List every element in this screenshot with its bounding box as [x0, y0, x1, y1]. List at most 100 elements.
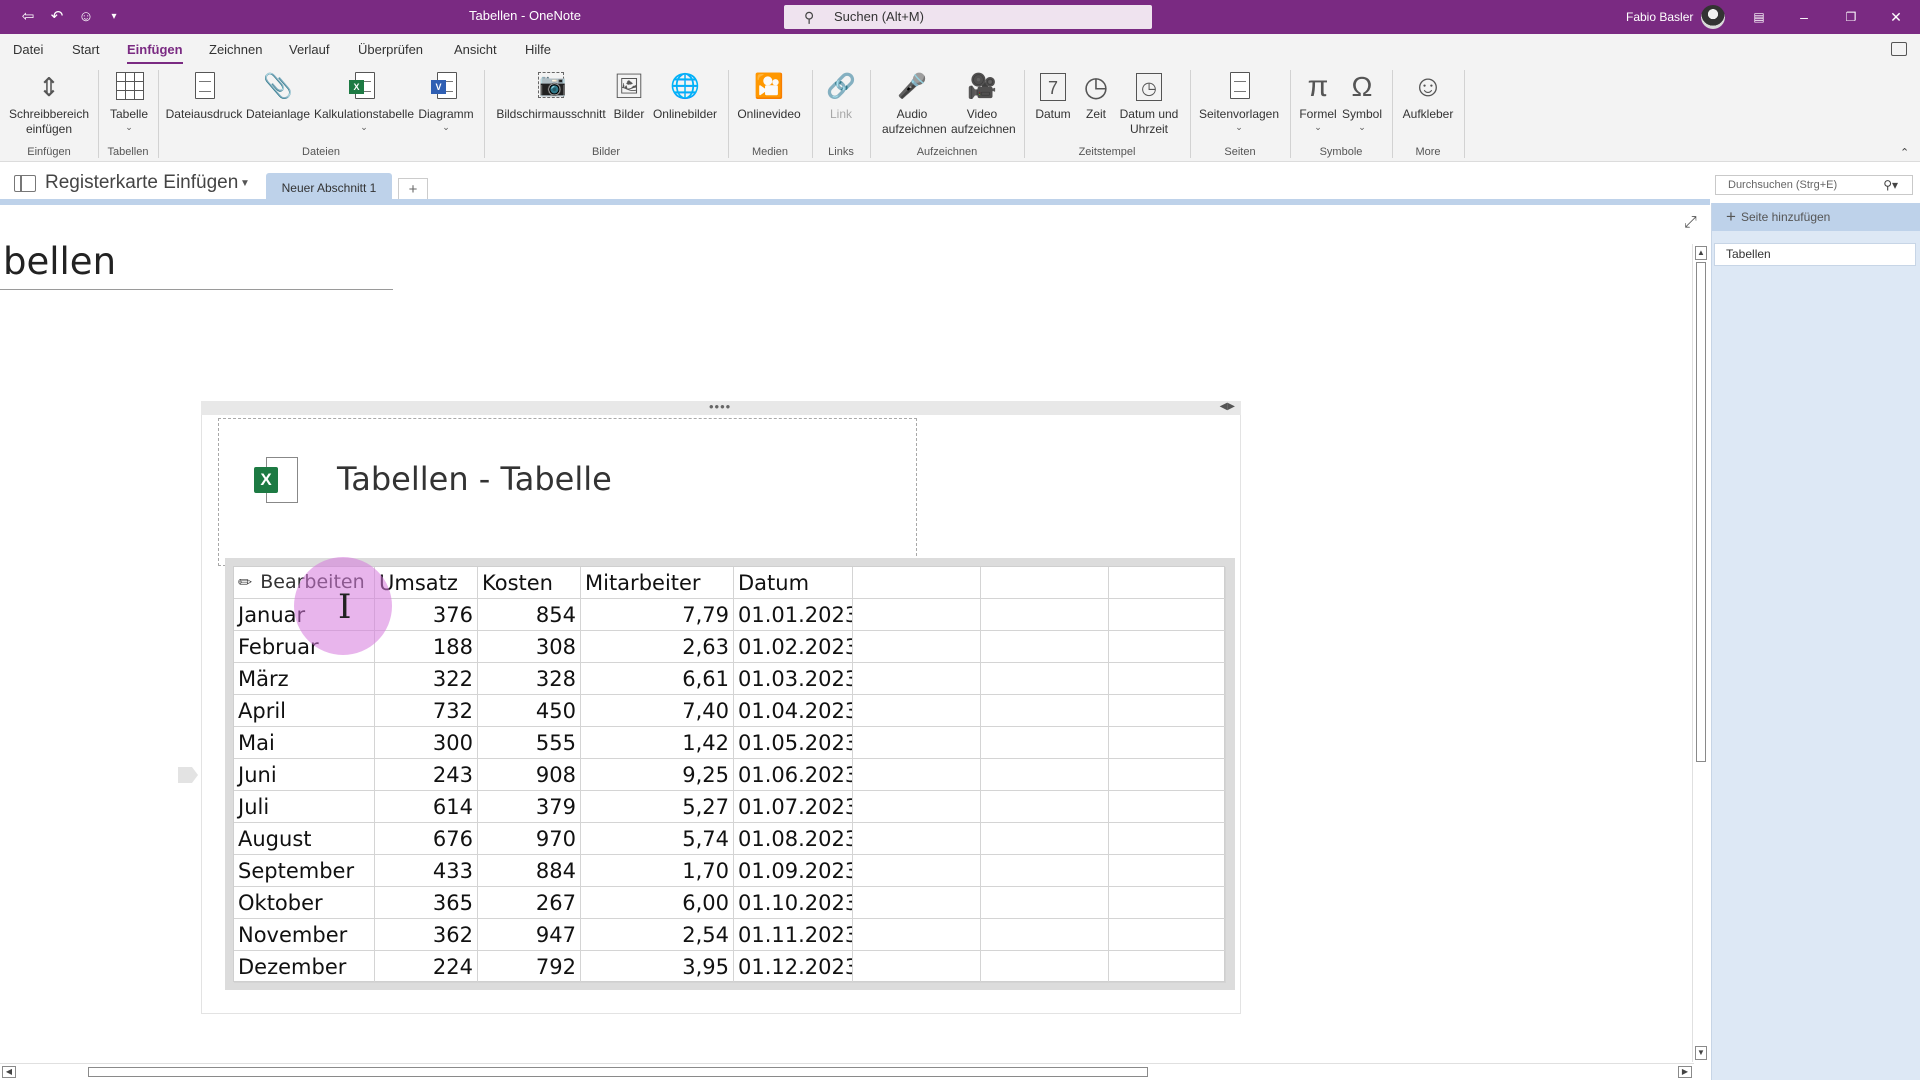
scroll-right-icon[interactable]: ▶ [1678, 1066, 1692, 1078]
excel-badge: X [254, 467, 278, 493]
table-cell: 01.08.2023 [734, 823, 853, 855]
tab-einfuegen[interactable]: Einfügen [127, 42, 183, 65]
online-video-icon: 🎦 [754, 73, 784, 100]
table-cell: November [234, 919, 375, 951]
ribbon-display-icon[interactable]: ▤ [1744, 6, 1774, 28]
tab-zeichnen[interactable]: Zeichnen [209, 42, 262, 57]
bilder-button[interactable]: 🖼 Bilder [610, 70, 648, 122]
full-page-view-icon[interactable]: ⤢ [1684, 214, 1697, 232]
chevron-down-icon: ⌄ [360, 122, 368, 132]
vertical-scroll-thumb[interactable] [1696, 262, 1706, 762]
datum-button[interactable]: 7 Datum [1030, 70, 1076, 122]
tab-datei[interactable]: Datei [13, 42, 43, 57]
user-name[interactable]: Fabio Basler [1626, 10, 1693, 24]
horizontal-scrollbar[interactable]: ◀ ▶ [0, 1063, 1694, 1080]
table-cell: 7,40 [581, 695, 734, 727]
schreibbereich-button[interactable]: ⇕ Schreibbereich einfügen [6, 70, 92, 137]
formel-button[interactable]: π Formel ⌄ [1296, 70, 1340, 132]
move-handle-icon[interactable]: •••• [709, 399, 731, 414]
table-cell: 970 [478, 823, 581, 855]
horizontal-scroll-thumb[interactable] [88, 1067, 1148, 1077]
table-cell [853, 631, 981, 663]
add-page-button[interactable]: + Seite hinzufügen [1712, 203, 1920, 231]
table-cell [853, 855, 981, 887]
notebook-icon[interactable] [14, 175, 36, 192]
scroll-left-icon[interactable]: ◀ [2, 1066, 16, 1078]
table-row: April 732 450 7,40 01.04.2023 [234, 695, 1226, 727]
audio-label: Audio aufzeichnen [882, 107, 947, 136]
tab-ueberpruefen[interactable]: Überprüfen [358, 42, 423, 57]
table-cell: 884 [478, 855, 581, 887]
minimize-icon[interactable]: – [1789, 6, 1819, 28]
table-cell [981, 567, 1109, 599]
tab-hilfe[interactable]: Hilfe [525, 42, 551, 57]
vertical-scrollbar[interactable]: ▲ ▼ [1692, 244, 1708, 1062]
table-cell [1109, 695, 1226, 727]
dateiausdruck-button[interactable]: Dateiausdruck [164, 70, 244, 122]
tabelle-button[interactable]: Tabelle ⌄ [104, 70, 154, 132]
formel-label: Formel [1299, 107, 1337, 121]
scroll-up-icon[interactable]: ▲ [1695, 246, 1707, 260]
collapse-ribbon-icon[interactable]: ⌃ [1900, 146, 1909, 159]
table-row: Juni 243 908 9,25 01.06.2023 [234, 759, 1226, 791]
search-icon[interactable]: ⚲▾ [1883, 176, 1898, 194]
video-button[interactable]: 🎥 Video aufzeichnen [946, 70, 1018, 137]
table-cell: 908 [478, 759, 581, 791]
table-cell: 01.07.2023 [734, 791, 853, 823]
seitenvorlagen-button[interactable]: Seitenvorlagen ⌄ [1196, 70, 1282, 132]
audio-button[interactable]: 🎤 Audio aufzeichnen [876, 70, 948, 137]
table-cell: 01.02.2023 [734, 631, 853, 663]
diagramm-label: Diagramm [418, 107, 474, 121]
zeit-button[interactable]: ◷ Zeit [1076, 70, 1116, 122]
ribbon-separator [1190, 70, 1191, 158]
table-cell [981, 823, 1109, 855]
ribbon-separator [728, 70, 729, 158]
onlinebilder-label: Onlinebilder [652, 107, 718, 121]
excel-file-icon[interactable]: X [254, 457, 298, 505]
comments-panel-icon[interactable] [1891, 42, 1907, 56]
table-cell [853, 599, 981, 631]
embedded-file-title[interactable]: Tabellen - Tabelle [337, 460, 612, 498]
bildschirmausschnitt-button[interactable]: 📷 Bildschirmausschnitt [492, 70, 610, 122]
scroll-down-icon[interactable]: ▼ [1695, 1046, 1707, 1060]
onlinebilder-button[interactable]: 🌐 Onlinebilder [650, 70, 720, 122]
symbol-button[interactable]: Ω Symbol ⌄ [1340, 70, 1384, 132]
group-label-symbole: Symbole [1319, 146, 1363, 158]
table-cell: 267 [478, 887, 581, 919]
kalkulationstabelle-button[interactable]: X Kalkulationstabelle ⌄ [312, 70, 416, 132]
dateianlage-button[interactable]: 📎 Dateianlage [245, 70, 311, 122]
onenote-window: ⇦ ↶ ☺ ▾ Tabellen - OneNote ⚲ Suchen (Alt… [0, 0, 1920, 1080]
page-template-icon [1222, 70, 1256, 104]
datum-uhrzeit-label: Datum und Uhrzeit [1119, 107, 1179, 136]
note-container-handle[interactable]: •••• ◀▶ [201, 399, 1241, 415]
onlinevideo-button[interactable]: 🎦 Onlinevideo [734, 70, 804, 122]
page-item-tabellen[interactable]: Tabellen [1714, 243, 1916, 266]
file-printout-icon [187, 70, 221, 104]
page-search-input[interactable]: Durchsuchen (Strg+E) ⚲▾ [1715, 175, 1913, 195]
page-title[interactable]: bellen [3, 240, 116, 283]
tab-ansicht[interactable]: Ansicht [454, 42, 497, 57]
chevron-down-icon[interactable]: ▼ [240, 178, 250, 189]
online-pictures-icon: 🌐 [670, 73, 700, 100]
resize-arrows-icon[interactable]: ◀▶ [1220, 401, 1235, 412]
video-camera-icon: 🎥 [967, 73, 997, 100]
table-row: August 676 970 5,74 01.08.2023 [234, 823, 1226, 855]
table-row: November 362 947 2,54 01.11.2023 [234, 919, 1226, 951]
table-cell [981, 759, 1109, 791]
omega-icon: Ω [1351, 71, 1373, 102]
datum-uhrzeit-button[interactable]: ◷ Datum und Uhrzeit [1116, 70, 1182, 137]
table-cell: 243 [375, 759, 478, 791]
tab-start[interactable]: Start [72, 42, 99, 57]
notebook-name[interactable]: Registerkarte Einfügen [45, 172, 238, 194]
tab-verlauf[interactable]: Verlauf [289, 42, 329, 57]
search-box[interactable]: ⚲ Suchen (Alt+M) [784, 5, 1152, 29]
link-button[interactable]: 🔗 Link [818, 70, 864, 122]
close-icon[interactable]: ✕ [1881, 6, 1911, 28]
table-row: September 433 884 1,70 01.09.2023 [234, 855, 1226, 887]
avatar[interactable] [1701, 5, 1725, 29]
diagramm-button[interactable]: V Diagramm ⌄ [416, 70, 476, 132]
table-cell [981, 727, 1109, 759]
restore-icon[interactable]: ❐ [1836, 6, 1866, 28]
aufkleber-button[interactable]: ☺ Aufkleber [1398, 70, 1458, 122]
table-cell [853, 727, 981, 759]
